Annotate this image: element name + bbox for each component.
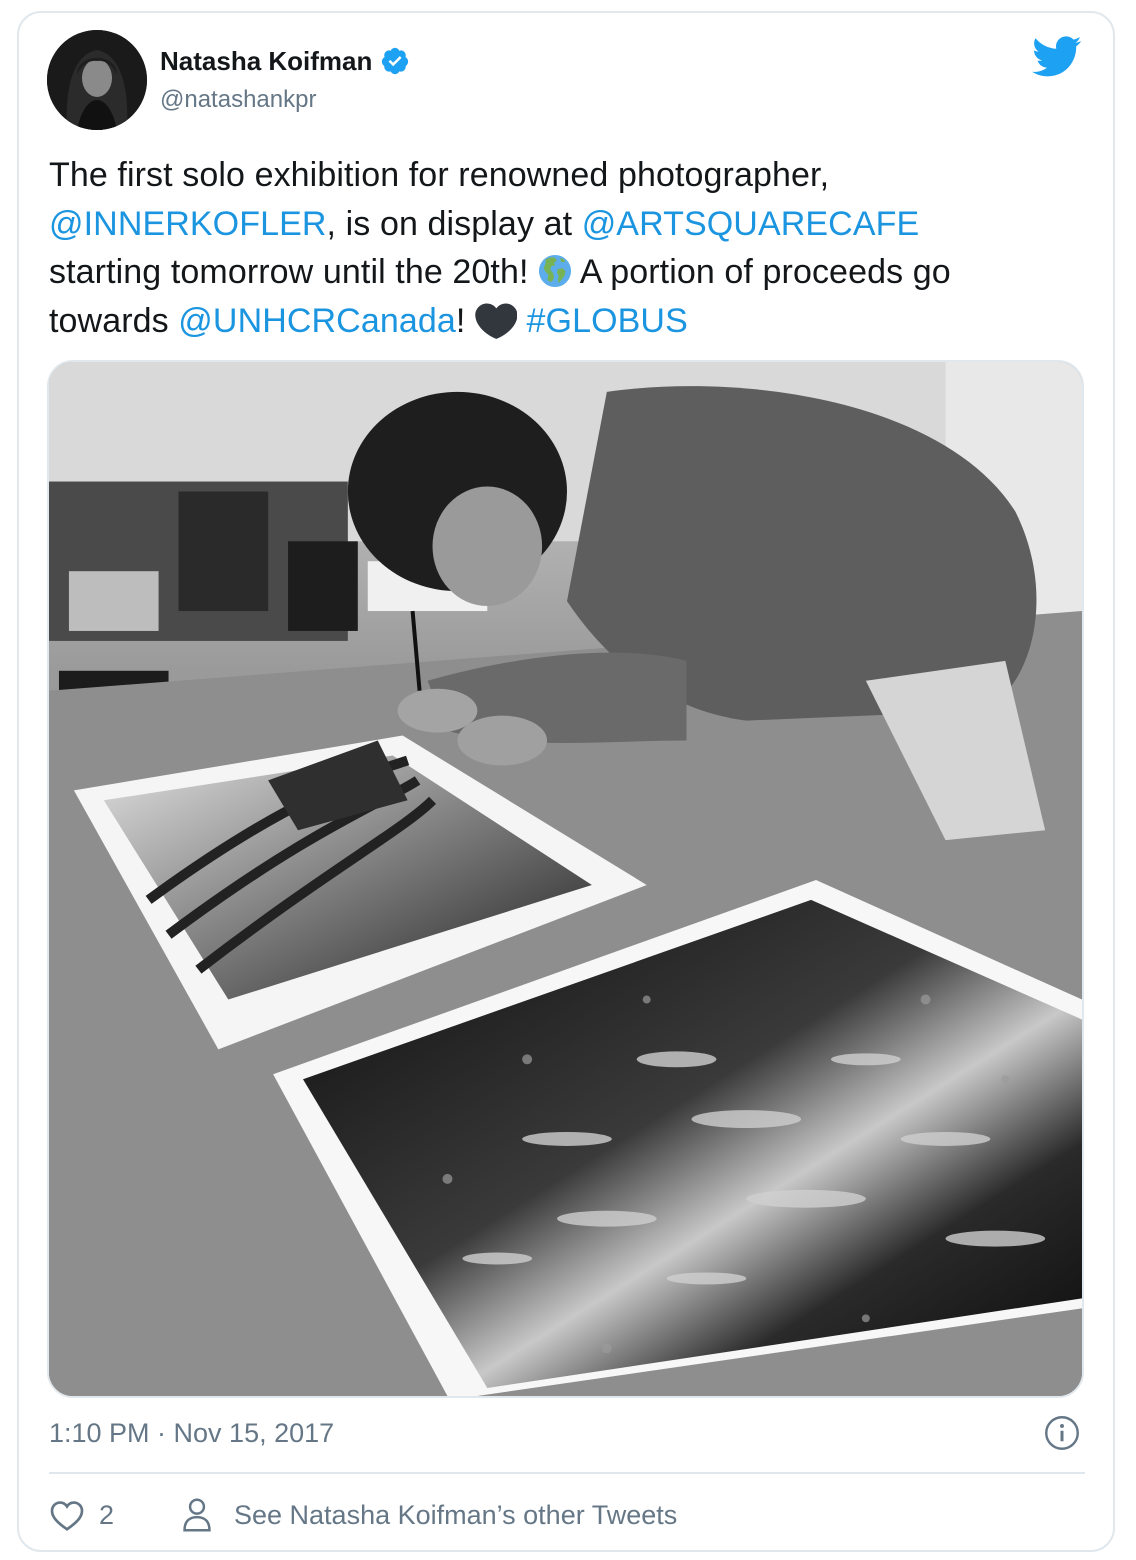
tweet-text-part2: , is on display at — [326, 204, 582, 243]
mention-innerkofler[interactable]: @INNERKOFLER — [49, 205, 327, 243]
author-handle[interactable]: @natashankpr — [160, 84, 316, 116]
author-avatar[interactable] — [47, 30, 147, 130]
heart-icon — [50, 1501, 84, 1531]
see-other-tweets-link[interactable]: See Natasha Koifman’s other Tweets — [180, 1495, 677, 1535]
mention-artsquarecafe[interactable]: @ARTSQUARECAFE — [582, 205, 920, 243]
tweet-text-line1: The first solo exhibition for renowned p… — [49, 156, 830, 194]
author-name[interactable]: Natasha Koifman — [160, 44, 372, 78]
tweet-text-part3: starting tomorrow until the 20th! — [49, 253, 529, 291]
globe-americas-emoji — [539, 254, 572, 288]
divider — [49, 1472, 1085, 1474]
see-other-tweets-label: See Natasha Koifman’s other Tweets — [234, 1500, 678, 1530]
author-name-row[interactable]: Natasha Koifman — [160, 44, 410, 78]
person-icon — [183, 1498, 211, 1532]
tweet-timestamp[interactable]: 1:10 PM · Nov 15, 2017 — [49, 1413, 334, 1453]
like-count: 2 — [99, 1500, 115, 1530]
mention-unhcrcanada[interactable]: @UNHCRCanada — [178, 302, 456, 340]
tweet-text-part5: ! — [455, 301, 466, 340]
hashtag-globus[interactable]: #GLOBUS — [527, 302, 688, 340]
verified-badge-icon — [382, 47, 409, 75]
tweet-text: The first solo exhibition for renowned p… — [49, 151, 1079, 345]
tweet-photo[interactable] — [47, 360, 1084, 1398]
black-heart-emoji — [475, 303, 517, 339]
info-icon[interactable] — [1044, 1415, 1080, 1451]
twitter-bird-icon[interactable] — [1032, 36, 1082, 78]
like-button[interactable]: 2 — [49, 1495, 114, 1535]
